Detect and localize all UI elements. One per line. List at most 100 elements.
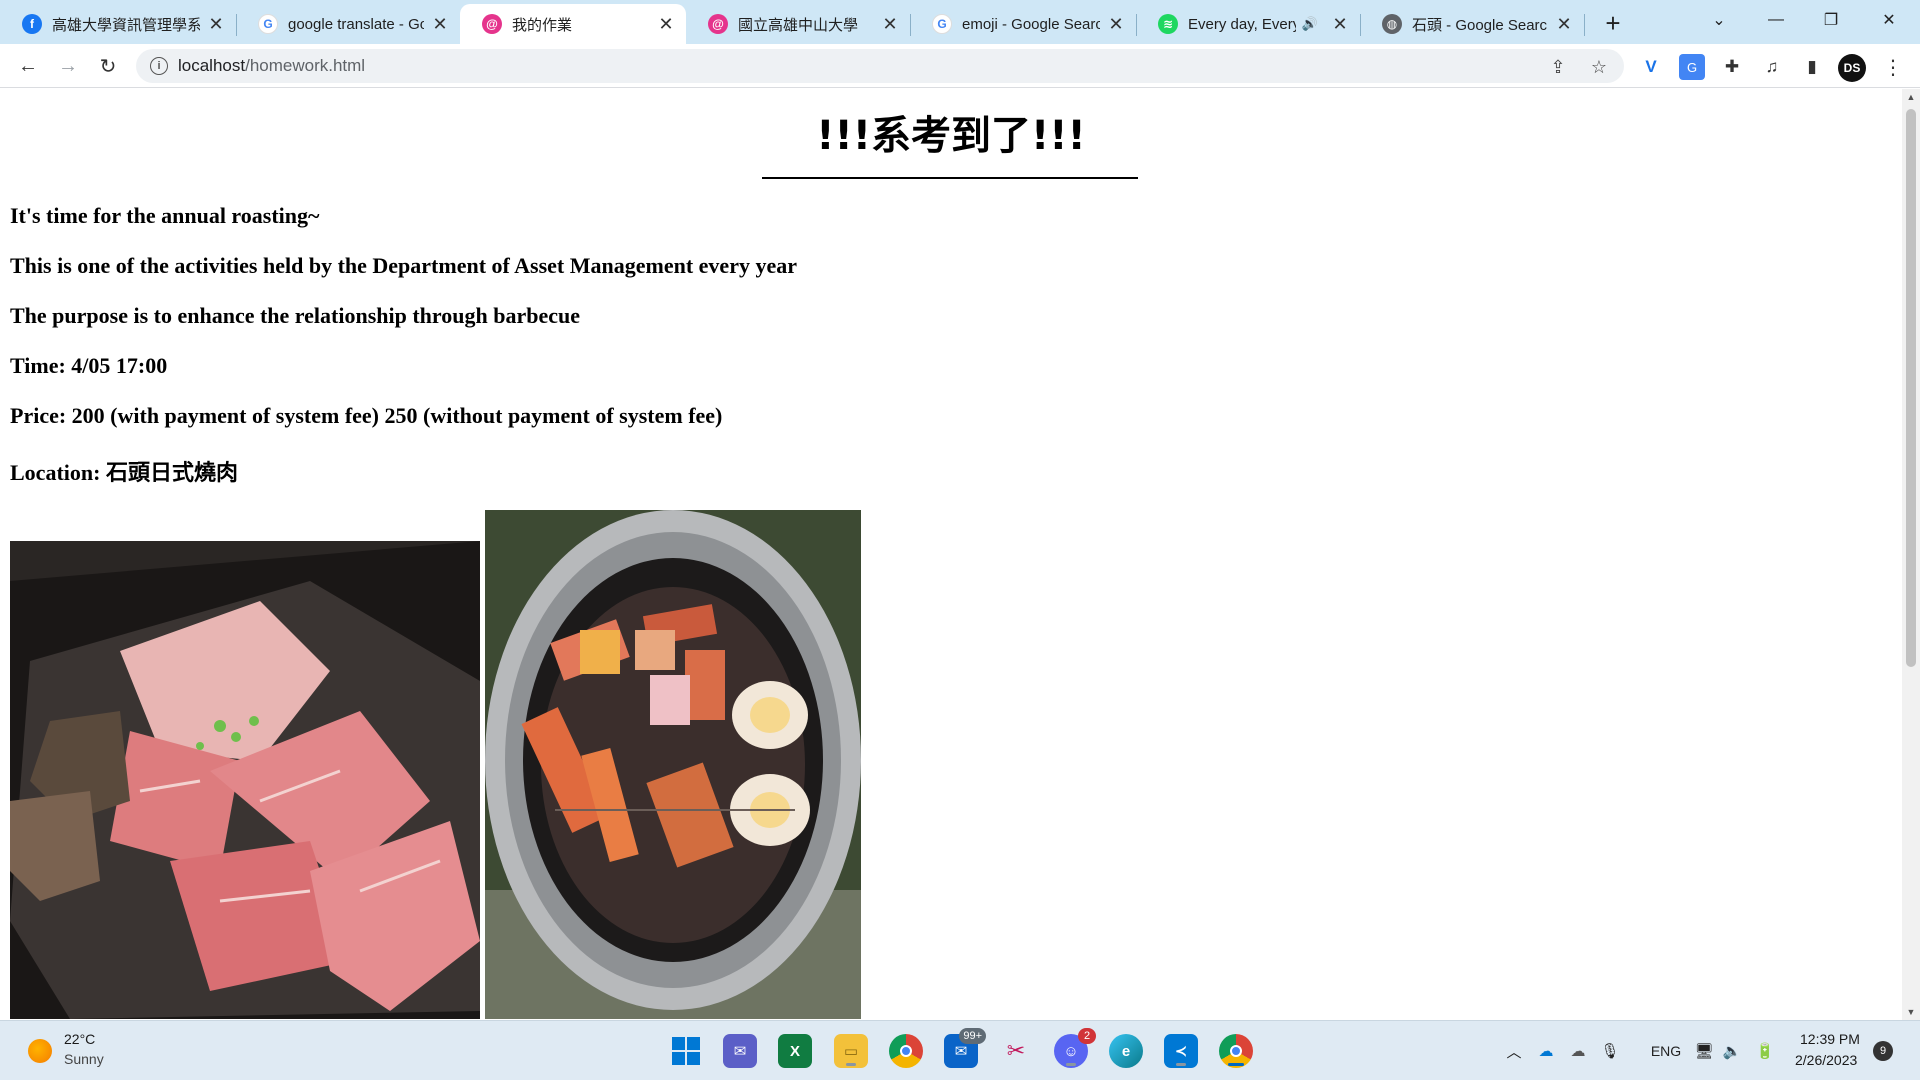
speaker-icon[interactable]: 🔊: [1302, 16, 1318, 32]
tab-title: emoji - Google Search: [962, 15, 1100, 33]
edge-icon[interactable]: e: [1109, 1034, 1143, 1068]
time-paragraph: Time: 4/05 17:00: [10, 353, 168, 378]
new-tab-button[interactable]: +: [1598, 8, 1628, 38]
url-text[interactable]: localhost/homework.html: [178, 56, 365, 76]
translate-extension-icon[interactable]: G: [1679, 54, 1705, 80]
activity-paragraph: This is one of the activities held by th…: [10, 253, 797, 278]
excel-icon[interactable]: X: [778, 1034, 812, 1068]
grill-photo: [485, 510, 861, 1019]
spotify-icon: ≋: [1158, 14, 1178, 34]
running-indicator: [846, 1063, 856, 1066]
page-scrollbar[interactable]: ▲ ▼: [1902, 89, 1920, 1020]
windows-logo-icon: [672, 1037, 700, 1065]
url-path: /homework.html: [245, 56, 366, 75]
close-icon[interactable]: ✕: [1554, 14, 1574, 34]
volume-icon[interactable]: 🔈: [1720, 1039, 1744, 1063]
close-icon[interactable]: ✕: [430, 14, 450, 34]
running-indicator: [1066, 1063, 1076, 1066]
nsysu-app-icon: @: [708, 14, 728, 34]
extensions-puzzle-icon[interactable]: ✚: [1719, 54, 1745, 80]
notification-center-badge[interactable]: 9: [1873, 1041, 1893, 1061]
close-icon[interactable]: ✕: [1330, 14, 1350, 34]
raw-meat-photo: [10, 541, 480, 1019]
side-panel-icon[interactable]: ▮: [1799, 54, 1825, 80]
input-language[interactable]: ENG: [1646, 1039, 1686, 1063]
google-icon: G: [258, 14, 278, 34]
bookmark-star-icon[interactable]: ☆: [1587, 55, 1611, 79]
running-indicator: [1176, 1063, 1186, 1066]
tab-facebook-nuk-im[interactable]: f 高雄大學資訊管理學系 ✕: [0, 4, 236, 44]
title-divider: [762, 177, 1138, 179]
facebook-icon: f: [22, 14, 42, 34]
mail-badge: 99+: [959, 1028, 986, 1044]
tab-google-translate[interactable]: G google translate - Goo ✕: [236, 4, 460, 44]
reload-button[interactable]: ↻: [92, 50, 124, 82]
tab-title: google translate - Goo: [288, 15, 424, 33]
tab-emoji-search[interactable]: G emoji - Google Search ✕: [910, 4, 1136, 44]
teams-chat-icon[interactable]: ✉: [723, 1034, 757, 1068]
file-explorer-icon[interactable]: ▭: [834, 1034, 868, 1068]
clock-time[interactable]: 12:39 PM: [1800, 1031, 1860, 1047]
chrome-profile-active-icon[interactable]: [1219, 1034, 1253, 1068]
media-control-icon[interactable]: ♫: [1759, 54, 1785, 80]
close-icon[interactable]: ✕: [1106, 14, 1126, 34]
close-icon[interactable]: ✕: [656, 14, 676, 34]
scroll-thumb[interactable]: [1906, 109, 1916, 667]
mail-icon[interactable]: ✉ 99+: [944, 1028, 986, 1068]
tab-homework-active[interactable]: @ 我的作業 ✕: [460, 4, 686, 44]
network-icon[interactable]: 🖥: [1692, 1039, 1716, 1063]
tab-search-button[interactable]: ⌄: [1696, 4, 1742, 36]
sun-icon[interactable]: [28, 1039, 52, 1063]
address-bar[interactable]: i localhost/homework.html ⇪ ☆: [136, 49, 1624, 83]
discord-badge: 2: [1078, 1028, 1096, 1044]
restore-button[interactable]: ❐: [1808, 4, 1854, 36]
location-value: 石頭日式燒肉: [105, 461, 238, 486]
tab-title: 高雄大學資訊管理學系: [52, 16, 200, 34]
location-label: Location:: [10, 460, 106, 485]
tab-spotify[interactable]: ≋ Every day, Every M 🔊 ✕: [1136, 4, 1360, 44]
snipping-tool-icon[interactable]: ✂: [999, 1034, 1033, 1068]
clock-date[interactable]: 2/26/2023: [1795, 1052, 1857, 1068]
back-button[interactable]: ←: [12, 50, 44, 82]
close-icon[interactable]: ✕: [880, 14, 900, 34]
show-hidden-icons-chevron[interactable]: ︿: [1504, 1039, 1524, 1063]
close-icon[interactable]: ✕: [206, 14, 226, 34]
google-icon: G: [932, 14, 952, 34]
windows-taskbar: 22°C Sunny ✉ X ▭ ✉ 99+ ✂ ☺ 2 e ≺ ︿ ☁ ☁ 🎙 E…: [0, 1020, 1920, 1080]
purpose-paragraph: The purpose is to enhance the relationsh…: [10, 303, 581, 328]
microphone-icon[interactable]: 🎙: [1600, 1039, 1620, 1063]
page-title: !!!系考到了!!!: [816, 113, 1086, 159]
onedrive-personal-icon[interactable]: ☁: [1566, 1039, 1590, 1063]
tab-title: 石頭 - Google Search: [1412, 16, 1548, 34]
share-icon[interactable]: ⇪: [1546, 55, 1570, 79]
weather-temperature[interactable]: 22°C: [64, 1031, 95, 1047]
onedrive-icon[interactable]: ☁: [1534, 1039, 1558, 1063]
tab-title: 國立高雄中山大學: [738, 16, 859, 34]
profile-avatar[interactable]: DS: [1838, 54, 1866, 82]
start-button[interactable]: [669, 1034, 703, 1068]
tab-stone-search[interactable]: ◍ 石頭 - Google Search ✕: [1360, 4, 1584, 44]
location-paragraph: Location: 石頭日式燒肉: [10, 455, 238, 487]
browser-tab-strip: f 高雄大學資訊管理學系 ✕ G google translate - Goo …: [0, 0, 1920, 44]
tab-nsysu[interactable]: @ 國立高雄中山大學 ✕: [686, 4, 910, 44]
globe-icon: ◍: [1382, 14, 1402, 34]
tab-title: Every day, Every M: [1188, 15, 1296, 33]
tab-separator: [1584, 14, 1585, 36]
scroll-down-arrow[interactable]: ▼: [1902, 1004, 1920, 1020]
close-window-button[interactable]: ✕: [1866, 4, 1912, 36]
scroll-up-arrow[interactable]: ▲: [1902, 89, 1920, 105]
extension-v-icon[interactable]: V: [1638, 54, 1664, 80]
chrome-icon[interactable]: [889, 1034, 923, 1068]
discord-icon[interactable]: ☺ 2: [1054, 1028, 1096, 1068]
more-menu-icon[interactable]: ⋮: [1880, 54, 1906, 80]
weather-condition[interactable]: Sunny: [64, 1051, 104, 1067]
vscode-icon[interactable]: ≺: [1164, 1034, 1198, 1068]
price-paragraph: Price: 200 (with payment of system fee) …: [10, 403, 723, 428]
browser-toolbar: ← → ↻ i localhost/homework.html ⇪ ☆ V G …: [0, 44, 1920, 88]
page-viewport: !!!系考到了!!! It's time for the annual roas…: [0, 89, 1902, 1020]
intro-paragraph: It's time for the annual roasting~: [10, 203, 320, 228]
battery-icon[interactable]: 🔋: [1752, 1039, 1778, 1063]
site-info-icon[interactable]: i: [150, 57, 168, 75]
minimize-button[interactable]: —: [1753, 4, 1799, 36]
forward-button[interactable]: →: [52, 50, 84, 82]
